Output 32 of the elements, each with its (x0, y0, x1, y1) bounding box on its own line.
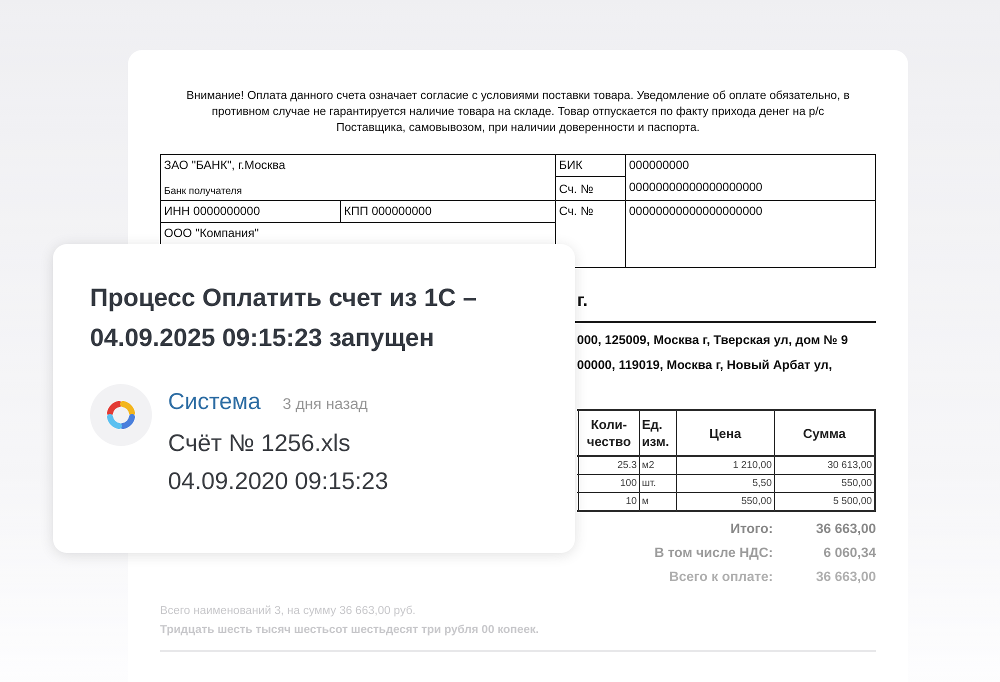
notification-title: Процесс Оплатить счет из 1С – 04.09.2025 09:15:23 запущен (90, 283, 478, 354)
total-label: Итого: (729, 520, 773, 536)
total-value: 36 663,00 (814, 520, 876, 536)
address-text: 00000, 119019, Москва г, Новый Арбат ул, (577, 358, 832, 372)
total-value: 6 060,34 (822, 544, 876, 560)
timestamp: 3 дня назад (282, 396, 368, 414)
inn-text: ИНН 0000000000 (164, 204, 260, 218)
table-cell: 5,50 (676, 474, 774, 492)
account-label: Сч. № (559, 204, 594, 218)
bik-value: 000000000 (629, 158, 690, 172)
kpp-text: КПП 000000000 (344, 204, 432, 218)
total-label: Всего к оплате: (668, 568, 773, 584)
recipient-name: ООО "Компания" (164, 226, 259, 240)
author-name: Система (168, 388, 261, 415)
invoice-heading: г. (577, 290, 588, 310)
table-cell: м2 (639, 456, 676, 474)
bank-name: ЗАО "БАНК", г.Москва (164, 158, 286, 172)
table-cell: 1 210,00 (676, 456, 774, 474)
bik-label: БИК (559, 158, 582, 172)
total-value: 36 663,00 (814, 568, 876, 584)
notice-text: Внимание! Оплата данного счета означает согласие с условиями поставки товара. Уведомление об оплате обязательно, в противном случае не гарантируется наличие товара на складе. Товар отпускается по факту прихода денег на р/с Поставщика, самовывозом, при наличии доверенности и паспорта. (185, 88, 851, 136)
address-text: 000, 125009, Москва г, Тверская ул, дом № 9 (577, 333, 848, 347)
bank-caption: Банк получателя (164, 186, 242, 197)
table-cell: шт. (639, 474, 676, 492)
total-label: В том числе НДС: (653, 544, 773, 560)
table-cell: 100 (578, 474, 640, 492)
message-text: 04.09.2020 09:15:23 (168, 467, 388, 497)
message-text: Счёт № 1256.xls (168, 429, 352, 459)
account-value: 00000000000000000000 (629, 204, 762, 218)
table-cell: 25.3 (578, 456, 640, 474)
account-value: 00000000000000000000 (629, 180, 764, 194)
account-label: Сч. № (559, 182, 594, 196)
